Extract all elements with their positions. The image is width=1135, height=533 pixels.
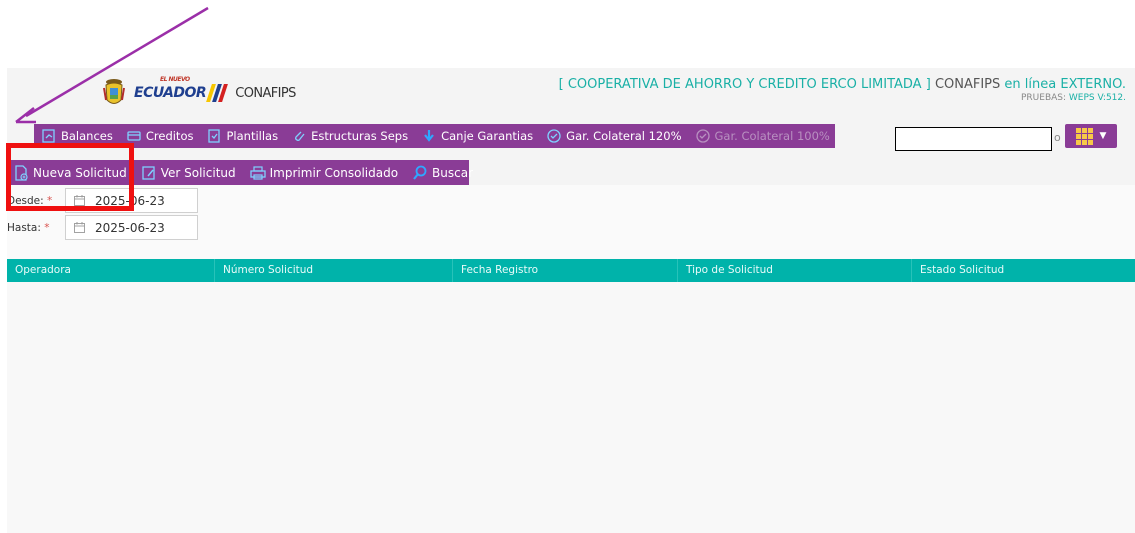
tool-label: Imprimir Consolidado [269, 165, 399, 180]
menu-label: Estructuras Seps [311, 129, 409, 143]
apps-menu-button[interactable]: ▼ [1065, 124, 1117, 148]
calendar-icon [74, 195, 85, 206]
menu-item-creditos[interactable]: Creditos [127, 129, 194, 143]
hasta-date-field[interactable]: 2025-06-23 [65, 215, 198, 240]
column-header-tipo-solicitud[interactable]: Tipo de Solicitud [678, 259, 912, 282]
action-toolbar: Nueva Solicitud Ver Solicitud Imprimir C… [7, 160, 473, 185]
credit-card-icon [127, 131, 141, 141]
env-version: WEPS V:512. [1068, 93, 1126, 103]
paperclip-icon [295, 131, 305, 141]
column-header-numero-solicitud[interactable]: Número Solicitud [215, 259, 453, 282]
menu-item-gar-colateral-100[interactable]: Gar. Colateral 100% [695, 129, 830, 143]
app-suffix: en línea EXTERNO. [1004, 77, 1126, 92]
menu-label: Balances [61, 129, 113, 143]
search-icon [413, 165, 427, 180]
hasta-label: Hasta: * [7, 221, 50, 234]
grid-icon [1075, 128, 1094, 145]
environment-line: PRUEBAS: WEPS V:512. [1021, 93, 1126, 103]
table-body [7, 282, 1135, 533]
ecuador-logo-text: EL NUEVO ECUADOR [134, 76, 207, 101]
menu-label: Canje Garantias [441, 129, 534, 143]
column-header-estado-solicitud[interactable]: Estado Solicitud [912, 259, 1135, 282]
menu-label: Creditos [145, 129, 194, 143]
view-document-icon [142, 165, 155, 180]
desde-label: Desde: * [7, 194, 53, 207]
menu-label: Gar. Colateral 120% [566, 129, 682, 143]
arrow-down-icon [424, 130, 434, 142]
hasta-value: 2025-06-23 [95, 220, 165, 235]
check-circle-icon [695, 129, 710, 143]
screenshot-stage: EL NUEVO ECUADOR CONAFIPS [ COOPERATIVA D… [0, 0, 1135, 533]
table-header: Operadora Número Solicitud Fecha Registr… [7, 259, 1135, 282]
app-window: EL NUEVO ECUADOR CONAFIPS [ COOPERATIVA D… [7, 68, 1135, 533]
desde-date-field[interactable]: 2025-06-23 [65, 188, 198, 213]
nueva-solicitud-button[interactable]: Nueva Solicitud [13, 164, 127, 181]
desde-value: 2025-06-23 [95, 193, 165, 208]
calendar-icon [74, 222, 85, 233]
app-prefix: CONAFIPS [934, 77, 1001, 92]
conafips-logo: CONAFIPS [235, 85, 296, 101]
logo-ecuador-label: ECUADOR [134, 85, 207, 101]
app-header: EL NUEVO ECUADOR CONAFIPS [ COOPERATIVA D… [7, 68, 1135, 120]
env-label: PRUEBAS: [1021, 93, 1067, 103]
main-menu-bar: Balances Creditos Plantillas Estructuras… [34, 124, 835, 148]
coop-name: [ COOPERATIVA DE AHORRO Y CREDITO ERCO L… [558, 77, 931, 92]
tool-label: Buscar [432, 165, 474, 180]
column-header-fecha-registro[interactable]: Fecha Registro [453, 259, 678, 282]
menu-label: Plantillas [226, 129, 279, 143]
imprimir-consolidado-button[interactable]: Imprimir Consolidado [249, 165, 399, 181]
menu-item-gar-colateral-120[interactable]: Gar. Colateral 120% [547, 129, 682, 143]
buscar-button[interactable]: Buscar [412, 165, 473, 181]
column-header-operadora[interactable]: Operadora [7, 259, 215, 282]
ver-solicitud-button[interactable]: Ver Solicitud [141, 165, 236, 181]
menu-item-canje-garantias[interactable]: Canje Garantias [422, 129, 533, 143]
search-input[interactable] [895, 127, 1052, 151]
tool-label: Nueva Solicitud [33, 165, 127, 180]
logo-small-text: EL NUEVO [160, 76, 190, 83]
tool-label: Ver Solicitud [160, 165, 236, 180]
menu-item-balances[interactable]: Balances [42, 129, 113, 143]
check-circle-icon [547, 129, 561, 143]
logo-block[interactable]: EL NUEVO ECUADOR CONAFIPS [102, 76, 296, 108]
flag-bars-icon [206, 84, 229, 102]
new-document-icon [15, 164, 28, 181]
menu-label: Gar. Colateral 100% [714, 129, 830, 143]
balance-sheet-icon [42, 129, 55, 143]
cooperative-title: [ COOPERATIVA DE AHORRO Y CREDITO ERCO L… [559, 77, 1126, 92]
menu-item-estructuras-seps[interactable]: Estructuras Seps [292, 129, 408, 143]
template-icon [208, 129, 221, 143]
search-suffix: o [1054, 131, 1061, 144]
desde-row: Desde: * 2025-06-23 [7, 188, 198, 213]
menu-item-plantillas[interactable]: Plantillas [207, 129, 278, 143]
hasta-row: Hasta: * 2025-06-23 [7, 215, 198, 240]
coat-of-arms-icon [103, 79, 125, 104]
printer-icon [249, 165, 266, 180]
chevron-down-icon: ▼ [1099, 131, 1107, 141]
